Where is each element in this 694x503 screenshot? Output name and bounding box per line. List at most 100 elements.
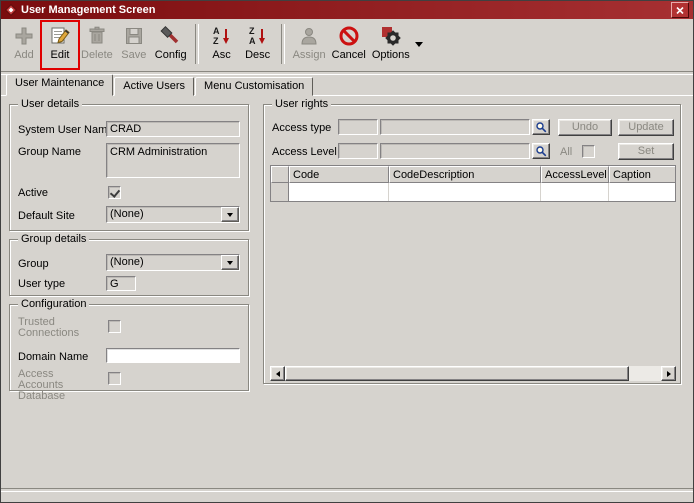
access-level-lookup-button[interactable] xyxy=(532,143,550,159)
asc-label: Asc xyxy=(212,49,231,61)
delete-button: Delete xyxy=(78,22,116,68)
options-label: Options xyxy=(371,49,410,61)
add-icon xyxy=(12,24,36,48)
user-rights-grid: Code CodeDescription AccessLevel Caption xyxy=(270,165,676,202)
access-accounts-database-checkbox[interactable] xyxy=(108,372,121,385)
group-details-group: Group details Group (None) User type G xyxy=(9,233,249,296)
magnifier-icon xyxy=(536,122,547,133)
grid-header-accesslevel[interactable]: AccessLevel xyxy=(541,166,609,183)
tab-menu-customisation[interactable]: Menu Customisation xyxy=(195,77,314,96)
tab-user-maintenance[interactable]: User Maintenance xyxy=(6,74,114,96)
access-type-lookup-button[interactable] xyxy=(532,119,550,135)
trusted-connections-label: Trusted Connections xyxy=(18,316,80,339)
system-user-name-field[interactable]: CRAD xyxy=(106,121,240,137)
save-icon xyxy=(122,24,146,48)
tab-active-users[interactable]: Active Users xyxy=(114,77,195,96)
scroll-track[interactable] xyxy=(629,366,661,381)
scroll-thumb[interactable] xyxy=(285,366,629,381)
domain-name-label: Domain Name xyxy=(18,351,89,363)
undo-button: Undo xyxy=(558,119,612,136)
sort-desc-icon: Z A xyxy=(246,24,270,48)
access-level-label: Access Level xyxy=(272,146,337,158)
grid-empty-row xyxy=(271,183,675,201)
configuration-group: Configuration Trusted Connections Domain… xyxy=(9,298,249,402)
desc-button[interactable]: Z A Desc xyxy=(240,22,276,68)
user-management-window: User Management Screen Add Edit Delete S… xyxy=(0,0,694,503)
all-checkbox[interactable] xyxy=(582,145,595,158)
domain-name-field[interactable] xyxy=(106,348,240,363)
system-user-name-label: System User Name xyxy=(18,124,114,136)
chevron-down-icon xyxy=(227,212,233,217)
options-icon xyxy=(379,24,403,48)
grid-cell xyxy=(609,183,675,201)
config-button[interactable]: Config xyxy=(152,22,190,68)
app-icon xyxy=(5,4,17,16)
arrow-right-icon xyxy=(666,370,671,377)
cancel-icon xyxy=(337,24,361,48)
asc-button[interactable]: A Z Asc xyxy=(204,22,240,68)
group-label: Group xyxy=(18,258,49,270)
cancel-label: Cancel xyxy=(331,49,366,61)
group-value: (None) xyxy=(110,256,144,268)
chevron-down-icon xyxy=(227,260,233,265)
toolbar-separator xyxy=(194,24,199,64)
active-label: Active xyxy=(18,187,48,199)
user-details-group: User details System User Name CRAD Group… xyxy=(9,98,249,231)
arrow-left-icon xyxy=(275,370,280,377)
grid-header-code[interactable]: Code xyxy=(289,166,389,183)
user-details-legend: User details xyxy=(18,98,83,110)
grid-cell xyxy=(541,183,609,201)
grid-horizontal-scrollbar[interactable] xyxy=(270,366,676,381)
toolbar-separator xyxy=(280,24,285,64)
save-button: Save xyxy=(116,22,152,68)
trusted-connections-checkbox[interactable] xyxy=(108,320,121,333)
assign-icon xyxy=(297,24,321,48)
grid-header-rowselector[interactable] xyxy=(271,166,289,183)
add-button: Add xyxy=(6,22,42,68)
access-level-desc-field xyxy=(380,143,530,159)
close-icon xyxy=(676,6,684,14)
scroll-right-button[interactable] xyxy=(661,366,676,381)
access-level-code-field xyxy=(338,143,378,159)
access-type-desc-field xyxy=(380,119,530,135)
group-combo[interactable]: (None) xyxy=(106,254,240,271)
edit-label: Edit xyxy=(50,49,70,61)
default-site-dropdown-button[interactable] xyxy=(221,207,239,222)
grid-cell xyxy=(289,183,389,201)
svg-text:A: A xyxy=(249,36,256,46)
assign-button: Assign xyxy=(290,22,329,68)
cancel-button[interactable]: Cancel xyxy=(329,22,369,68)
group-dropdown-button[interactable] xyxy=(221,255,239,270)
grid-header-codedescription[interactable]: CodeDescription xyxy=(389,166,541,183)
default-site-value: (None) xyxy=(110,208,144,220)
grid-header-caption[interactable]: Caption xyxy=(609,166,675,183)
config-icon xyxy=(159,24,183,48)
update-button: Update xyxy=(618,119,674,136)
delete-label: Delete xyxy=(81,49,113,61)
sort-asc-icon: A Z xyxy=(210,24,234,48)
options-button[interactable]: Options xyxy=(369,22,413,68)
options-dropdown-caret[interactable] xyxy=(414,42,423,47)
config-label: Config xyxy=(154,49,187,61)
add-label: Add xyxy=(14,49,34,61)
default-site-combo[interactable]: (None) xyxy=(106,206,240,223)
group-name-label: Group Name xyxy=(18,146,81,158)
active-checkbox[interactable] xyxy=(108,186,121,199)
svg-text:A: A xyxy=(213,26,220,36)
svg-text:Z: Z xyxy=(249,26,255,36)
configuration-legend: Configuration xyxy=(18,298,90,310)
access-type-code-field xyxy=(338,119,378,135)
title-bar[interactable]: User Management Screen xyxy=(1,1,693,19)
scroll-left-button[interactable] xyxy=(270,366,285,381)
group-details-legend: Group details xyxy=(18,233,90,245)
set-button: Set xyxy=(618,143,674,160)
close-button[interactable] xyxy=(671,2,689,18)
tab-strip: User Maintenance Active Users Menu Custo… xyxy=(6,74,314,96)
magnifier-icon xyxy=(536,146,547,157)
user-type-field[interactable]: G xyxy=(106,276,136,291)
group-name-field[interactable]: CRM Administration xyxy=(106,143,240,178)
edit-button[interactable]: Edit xyxy=(40,20,80,70)
delete-icon xyxy=(85,24,109,48)
user-rights-group: User rights Access type Undo Update Acce… xyxy=(263,98,681,384)
desc-label: Desc xyxy=(245,49,271,61)
